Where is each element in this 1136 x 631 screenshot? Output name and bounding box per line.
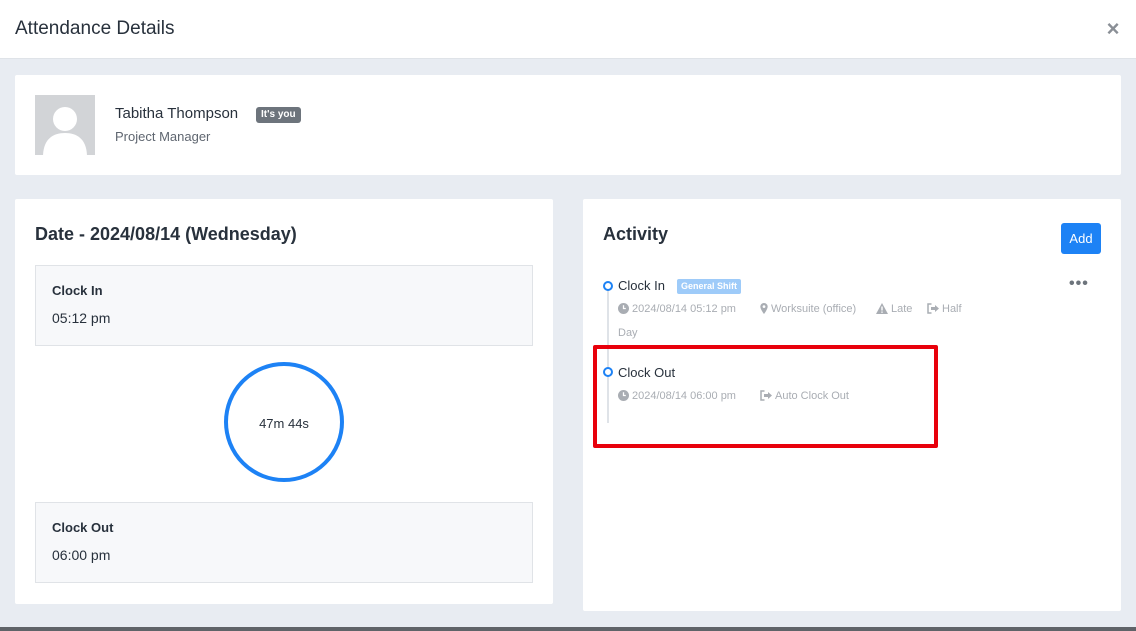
clock-in-box: Clock In 05:12 pm [35,265,533,346]
avatar [35,95,95,155]
close-icon[interactable]: × [1104,18,1122,40]
activity-location: Worksuite (office) [760,303,856,315]
its-you-badge: It's you [256,107,301,123]
bottom-bar [0,627,1136,631]
general-shift-badge: General Shift [677,279,742,294]
clock-icon [618,303,629,314]
timeline-dot [603,281,613,291]
clock-out-box: Clock Out 06:00 pm [35,502,533,583]
date-panel: Date - 2024/08/14 (Wednesday) Clock In 0… [15,199,553,604]
date-title: Date - 2024/08/14 (Wednesday) [35,224,297,244]
clock-in-label: Clock In [52,283,103,298]
activity-clock-in-datetime-text: 2024/08/14 05:12 pm [632,303,736,315]
activity-late-text: Late [891,303,913,315]
activity-location-text: Worksuite (office) [771,303,857,315]
activity-title: Activity [603,224,669,244]
profile-card: Tabitha Thompson It's you Project Manage… [15,75,1121,175]
activity-half-day-text: Day [618,327,638,339]
user-role: Project Manager [115,129,211,144]
warning-icon [876,303,888,314]
clock-in-time: 05:12 pm [52,310,111,326]
activity-clock-in-datetime: 2024/08/14 05:12 pm [618,303,736,315]
modal-header: Attendance Details × [0,0,1136,59]
duration-ring: 47m 44s [224,362,344,482]
highlight-box [593,345,938,448]
clock-out-time: 06:00 pm [52,547,111,563]
duration-text: 47m 44s [259,416,309,431]
clock-out-label: Clock Out [52,520,114,535]
activity-late: Late [876,303,912,315]
activity-half-text: Half [942,303,962,315]
sign-out-icon [927,303,939,314]
modal-title: Attendance Details [15,18,175,39]
add-button[interactable]: Add [1061,223,1101,254]
map-marker-icon [760,303,768,314]
user-name[interactable]: Tabitha Thompson [115,105,238,122]
activity-clock-in-title: Clock In [618,278,665,293]
activity-half: Half [927,303,962,315]
ellipsis-icon[interactable]: ••• [1069,275,1089,293]
